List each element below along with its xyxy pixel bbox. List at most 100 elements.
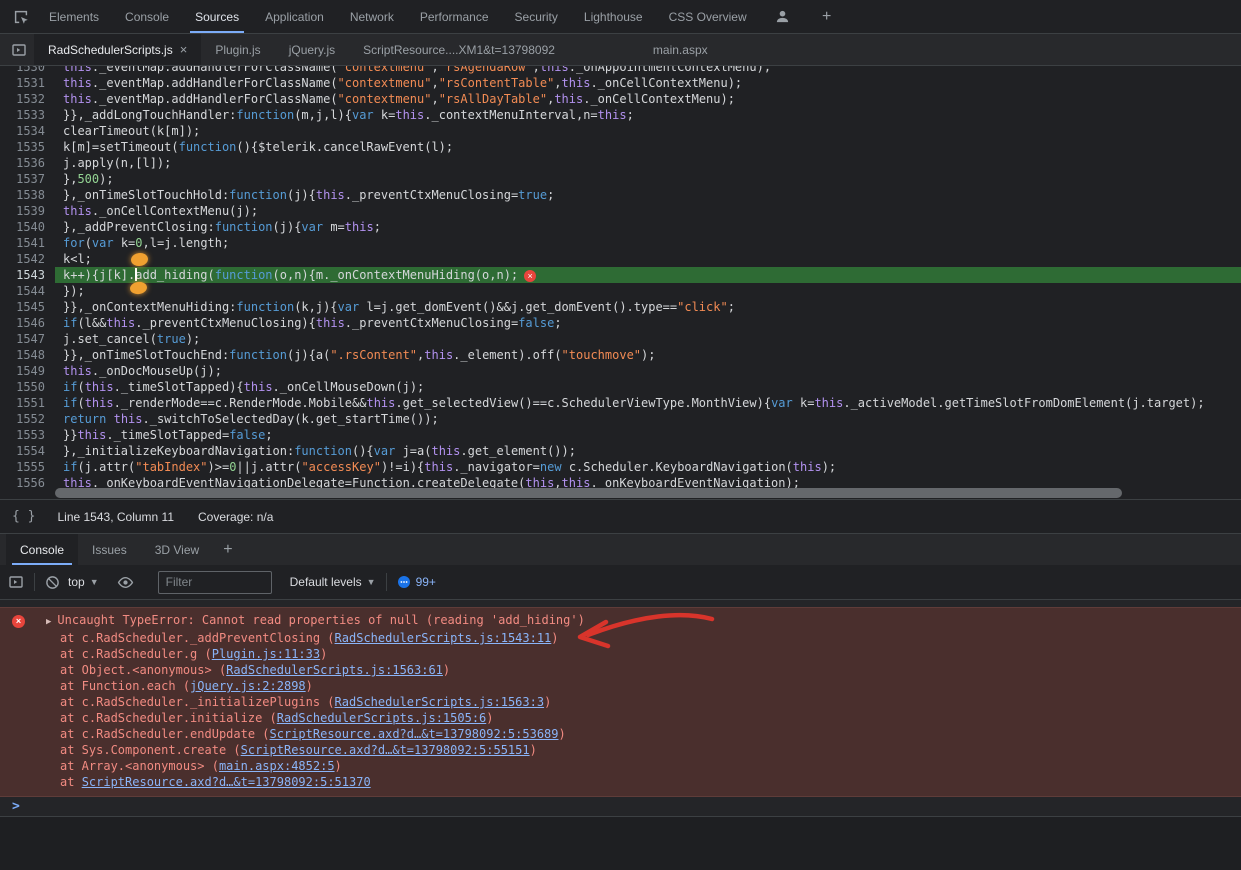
code-text[interactable]: k<l; — [55, 251, 1241, 267]
scrollbar-thumb[interactable] — [55, 488, 1122, 498]
code-text[interactable]: }}this._timeSlotTapped=false; — [55, 427, 1241, 443]
close-icon[interactable]: × — [180, 43, 188, 56]
code-line-1532[interactable]: 1532this._eventMap.addHandlerForClassNam… — [0, 91, 1241, 107]
line-number[interactable]: 1545 — [0, 299, 55, 315]
line-number[interactable]: 1539 — [0, 203, 55, 219]
drawer-tab-3d-view[interactable]: 3D View — [141, 534, 213, 565]
line-number[interactable]: 1554 — [0, 443, 55, 459]
profile-icon[interactable] — [768, 0, 798, 33]
line-number[interactable]: 1543 — [0, 267, 55, 283]
console-filter-input[interactable] — [158, 571, 272, 594]
line-number[interactable]: 1553 — [0, 427, 55, 443]
stack-frame-link[interactable]: jQuery.js:2:2898 — [190, 679, 306, 693]
code-line-1542[interactable]: 1542k<l; — [0, 251, 1241, 267]
main-tab-elements[interactable]: Elements — [36, 0, 112, 33]
context-selector[interactable]: top ▼ — [68, 575, 99, 589]
code-line-1543[interactable]: 1543k++){j[k].add_hiding(function(o,n){m… — [0, 267, 1241, 283]
live-expression-eye-icon[interactable] — [117, 574, 134, 591]
code-line-1552[interactable]: 1552return this._switchToSelectedDay(k.g… — [0, 411, 1241, 427]
file-tab-jquery-js[interactable]: jQuery.js — [275, 34, 349, 65]
code-text[interactable]: for(var k=0,l=j.length; — [55, 235, 1241, 251]
log-levels-selector[interactable]: Default levels ▼ — [290, 575, 376, 589]
line-number[interactable]: 1540 — [0, 219, 55, 235]
line-number[interactable]: 1538 — [0, 187, 55, 203]
disclosure-triangle-icon[interactable]: ▶ — [46, 614, 51, 630]
code-line-1544[interactable]: 1544}); — [0, 283, 1241, 299]
code-line-1540[interactable]: 1540},_addPreventClosing:function(j){var… — [0, 219, 1241, 235]
main-tab-application[interactable]: Application — [252, 0, 337, 33]
navigator-toggle-icon[interactable] — [4, 34, 34, 65]
code-text[interactable]: if(l&&this._preventCtxMenuClosing){this.… — [55, 315, 1241, 331]
code-text[interactable]: return this._switchToSelectedDay(k.get_s… — [55, 411, 1241, 427]
code-text[interactable]: }},_addLongTouchHandler:function(m,j,l){… — [55, 107, 1241, 123]
code-text[interactable]: if(this._renderMode==c.RenderMode.Mobile… — [55, 395, 1241, 411]
line-number[interactable]: 1542 — [0, 251, 55, 267]
code-text[interactable]: },_initializeKeyboardNavigation:function… — [55, 443, 1241, 459]
line-number[interactable]: 1546 — [0, 315, 55, 331]
stack-frame-link[interactable]: ScriptResource.axd?d…&t=13798092:5:53689 — [270, 727, 559, 741]
main-tab-network[interactable]: Network — [337, 0, 407, 33]
code-text[interactable]: this._eventMap.addHandlerForClassName("c… — [55, 66, 1241, 75]
code-line-1554[interactable]: 1554},_initializeKeyboardNavigation:func… — [0, 443, 1241, 459]
code-text[interactable]: k[m]=setTimeout(function(){$telerik.canc… — [55, 139, 1241, 155]
drawer-tab-console[interactable]: Console — [6, 534, 78, 565]
code-text[interactable]: this._eventMap.addHandlerForClassName("c… — [55, 91, 1241, 107]
pretty-print-icon[interactable]: { } — [12, 509, 35, 524]
code-text[interactable]: if(this._timeSlotTapped){this._onCellMou… — [55, 379, 1241, 395]
code-text[interactable]: },500); — [55, 171, 1241, 187]
code-line-1547[interactable]: 1547j.set_cancel(true); — [0, 331, 1241, 347]
code-line-1546[interactable]: 1546if(l&&this._preventCtxMenuClosing){t… — [0, 315, 1241, 331]
code-line-1530[interactable]: 1530this._eventMap.addHandlerForClassNam… — [0, 66, 1241, 75]
code-line-1550[interactable]: 1550if(this._timeSlotTapped){this._onCel… — [0, 379, 1241, 395]
line-number[interactable]: 1530 — [0, 66, 55, 75]
console-prompt[interactable]: > — [0, 797, 1241, 817]
code-line-1549[interactable]: 1549this._onDocMouseUp(j); — [0, 363, 1241, 379]
file-tab-main-aspx[interactable]: main.aspx — [639, 34, 722, 65]
stack-frame-link[interactable]: ScriptResource.axd?d…&t=13798092:5:55151 — [241, 743, 530, 757]
code-text[interactable]: j.apply(n,[l]); — [55, 155, 1241, 171]
code-text[interactable]: this._onDocMouseUp(j); — [55, 363, 1241, 379]
line-number[interactable]: 1549 — [0, 363, 55, 379]
code-text[interactable]: this._onCellContextMenu(j); — [55, 203, 1241, 219]
main-tab-console[interactable]: Console — [112, 0, 182, 33]
code-line-1537[interactable]: 1537},500); — [0, 171, 1241, 187]
line-number[interactable]: 1544 — [0, 283, 55, 299]
code-line-1539[interactable]: 1539this._onCellContextMenu(j); — [0, 203, 1241, 219]
line-number[interactable]: 1533 — [0, 107, 55, 123]
code-line-1551[interactable]: 1551if(this._renderMode==c.RenderMode.Mo… — [0, 395, 1241, 411]
code-line-1545[interactable]: 1545}},_onContextMenuHiding:function(k,j… — [0, 299, 1241, 315]
line-number[interactable]: 1550 — [0, 379, 55, 395]
drawer-tab-issues[interactable]: Issues — [78, 534, 141, 565]
source-editor[interactable]: 1530this._eventMap.addHandlerForClassNam… — [0, 66, 1241, 499]
clear-console-icon[interactable] — [45, 575, 60, 590]
line-number[interactable]: 1552 — [0, 411, 55, 427]
main-tab-security[interactable]: Security — [502, 0, 571, 33]
stack-frame-link[interactable]: RadSchedulerScripts.js:1543:11 — [335, 631, 552, 645]
code-line-1555[interactable]: 1555if(j.attr("tabIndex")>=0||j.attr("ac… — [0, 459, 1241, 475]
main-tab-performance[interactable]: Performance — [407, 0, 502, 33]
add-panel-icon[interactable]: + — [812, 0, 842, 33]
messages-badge[interactable]: 99+ — [397, 575, 436, 589]
inspect-icon[interactable] — [6, 0, 36, 33]
code-text[interactable]: k++){j[k].add_hiding(function(o,n){m._on… — [55, 267, 1241, 283]
line-number[interactable]: 1555 — [0, 459, 55, 475]
line-number[interactable]: 1547 — [0, 331, 55, 347]
main-tab-lighthouse[interactable]: Lighthouse — [571, 0, 656, 33]
code-line-1534[interactable]: 1534clearTimeout(k[m]); — [0, 123, 1241, 139]
stack-frame-link[interactable]: RadSchedulerScripts.js:1563:3 — [335, 695, 545, 709]
code-text[interactable]: }); — [55, 283, 1241, 299]
stack-frame-link[interactable]: Plugin.js:11:33 — [212, 647, 320, 661]
line-number[interactable]: 1531 — [0, 75, 55, 91]
code-text[interactable]: clearTimeout(k[m]); — [55, 123, 1241, 139]
code-text[interactable]: this._eventMap.addHandlerForClassName("c… — [55, 75, 1241, 91]
line-number[interactable]: 1548 — [0, 347, 55, 363]
line-number[interactable]: 1537 — [0, 171, 55, 187]
file-tab-scriptresource-xm1-t-13798092[interactable]: ScriptResource....XM1&t=13798092 — [349, 34, 569, 65]
file-tab-plugin-js[interactable]: Plugin.js — [201, 34, 274, 65]
code-line-1535[interactable]: 1535k[m]=setTimeout(function(){$telerik.… — [0, 139, 1241, 155]
stack-frame-link[interactable]: RadSchedulerScripts.js:1563:61 — [226, 663, 443, 677]
line-number[interactable]: 1551 — [0, 395, 55, 411]
code-text[interactable]: }},_onTimeSlotTouchEnd:function(j){a(".r… — [55, 347, 1241, 363]
code-text[interactable]: if(j.attr("tabIndex")>=0||j.attr("access… — [55, 459, 1241, 475]
line-number[interactable]: 1534 — [0, 123, 55, 139]
